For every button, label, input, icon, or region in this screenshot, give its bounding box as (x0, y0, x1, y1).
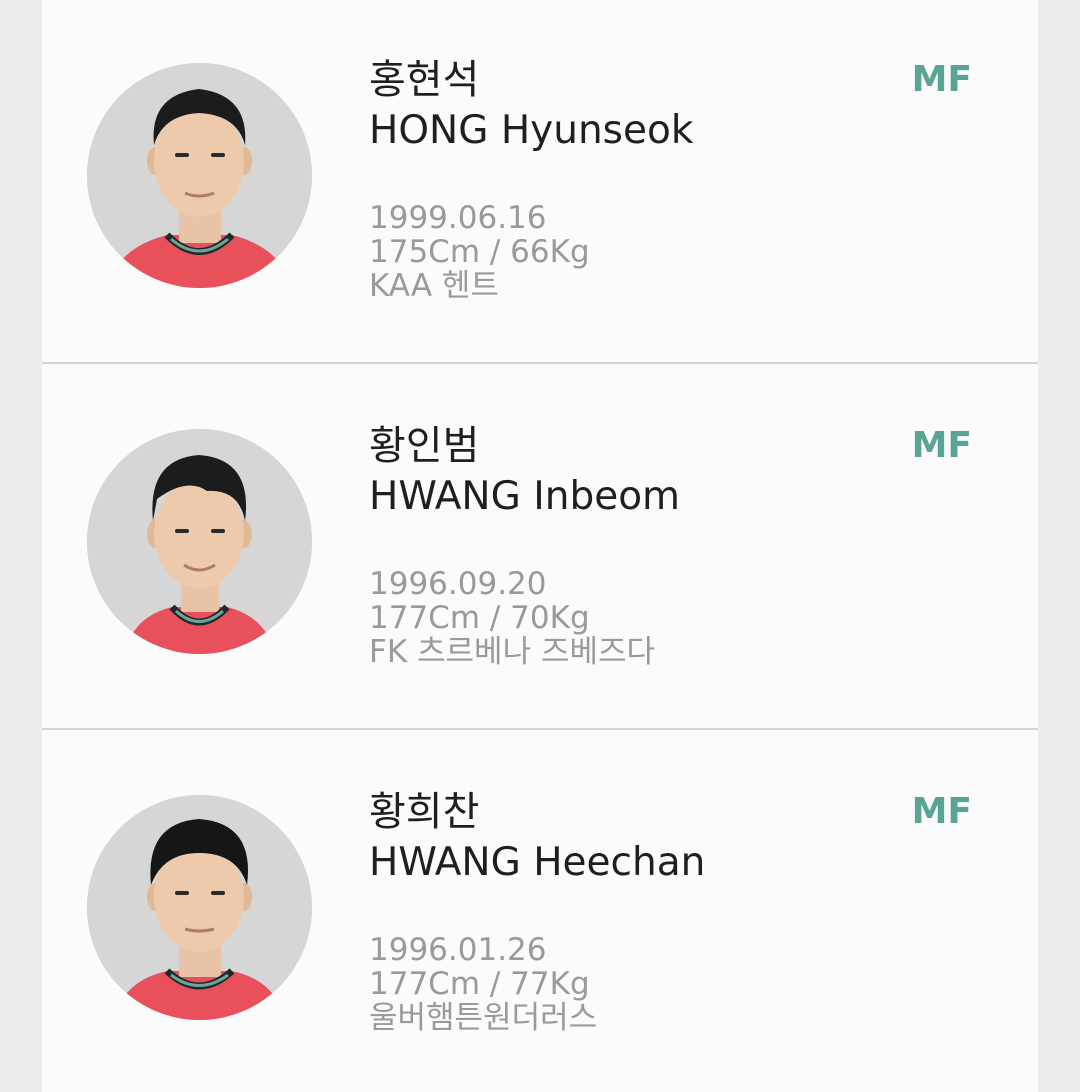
player-name-korean: 황인범 (369, 423, 480, 469)
player-name-english: HWANG Inbeom (369, 474, 681, 519)
player-height-weight: 175Cm / 66Kg (369, 234, 590, 270)
player-club: 울버햄튼원더러스 (369, 1000, 598, 1036)
player-name-english: HWANG Heechan (369, 840, 706, 885)
player-photo (87, 429, 312, 654)
player-list: 홍현석 HONG Hyunseok 1999.06.16 175Cm / 66K… (42, 0, 1038, 1092)
player-height-weight: 177Cm / 77Kg (369, 966, 590, 1002)
player-birthdate: 1996.01.26 (369, 932, 547, 968)
player-birthdate: 1999.06.16 (369, 200, 547, 236)
player-photo (87, 795, 312, 1020)
player-position-badge: MF (911, 59, 972, 100)
player-birthdate: 1996.09.20 (369, 566, 547, 602)
player-photo (87, 63, 312, 288)
player-position-badge: MF (911, 791, 972, 832)
player-club: KAA 헨트 (369, 268, 499, 304)
player-position-badge: MF (911, 425, 972, 466)
player-height-weight: 177Cm / 70Kg (369, 600, 590, 636)
player-name-korean: 황희찬 (369, 789, 480, 835)
player-card[interactable]: 황희찬 HWANG Heechan 1996.01.26 177Cm / 77K… (42, 732, 1038, 1092)
player-card[interactable]: 황인범 HWANG Inbeom 1996.09.20 177Cm / 70Kg… (42, 366, 1038, 730)
player-name-english: HONG Hyunseok (369, 108, 694, 153)
player-club: FK 츠르베나 즈베즈다 (369, 634, 656, 670)
player-card[interactable]: 홍현석 HONG Hyunseok 1999.06.16 175Cm / 66K… (42, 0, 1038, 364)
player-name-korean: 홍현석 (369, 57, 480, 103)
